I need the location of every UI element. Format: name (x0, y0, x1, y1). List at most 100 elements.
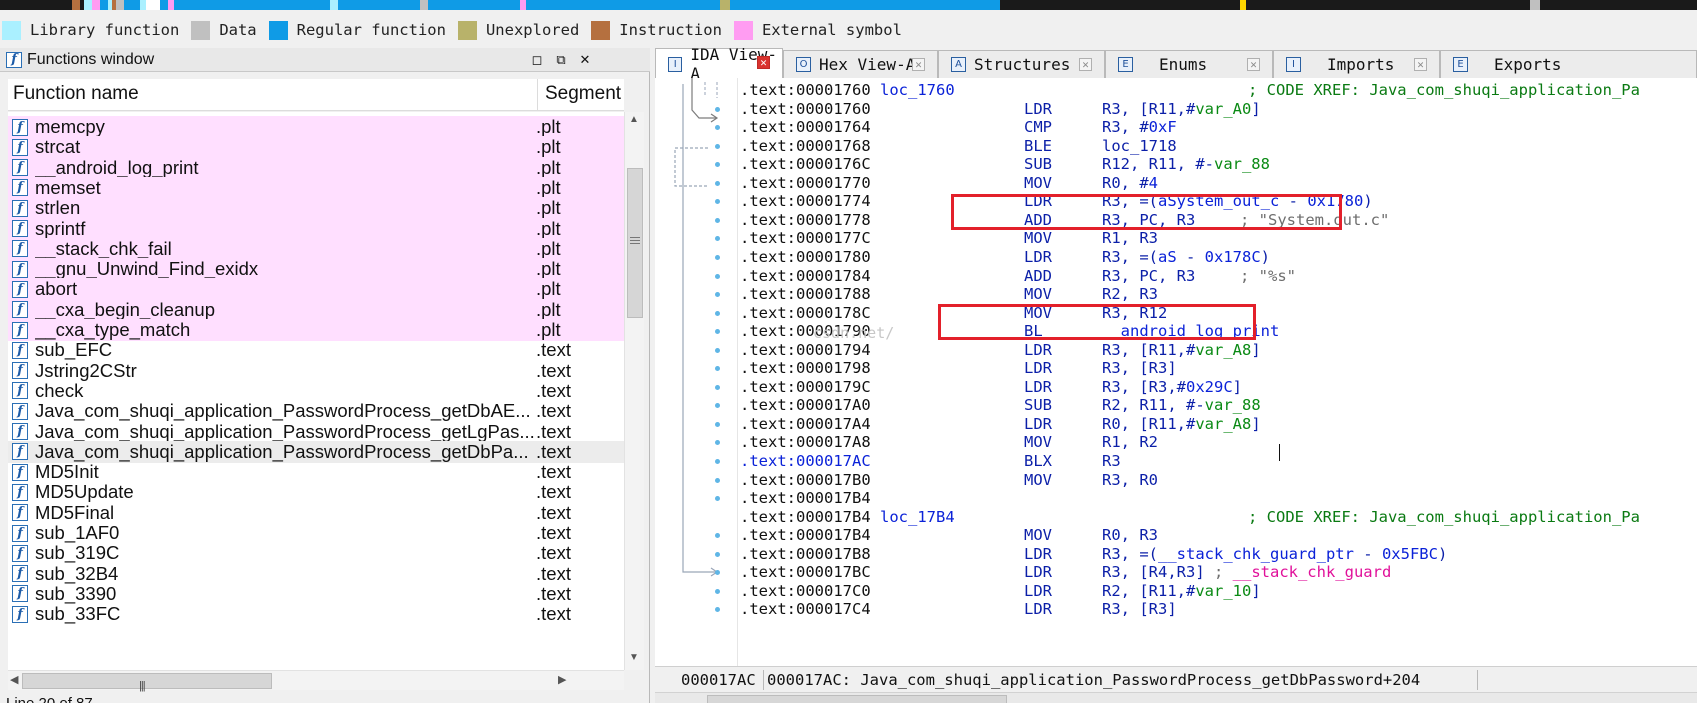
disassembly-line[interactable]: .text:000017B4 MOV R0, R3 (740, 526, 1158, 545)
disassembly-line[interactable]: .text:000017A8 MOV R1, R2 (740, 433, 1158, 452)
disassembly-line[interactable]: .text:000017AC BLX R3 (740, 452, 1121, 471)
column-header-segment[interactable]: Segment (545, 83, 621, 105)
instruction-operands[interactable]: R2, [R11,#var_10] (1102, 582, 1261, 600)
function-row[interactable]: f __gnu_Unwind_Find_exidx .plt (8, 258, 624, 281)
instruction-operands[interactable]: R3, R0 (1102, 471, 1158, 489)
column-header-function-name[interactable]: Function name (13, 83, 139, 105)
instruction-operands[interactable]: R1, R3 (1102, 229, 1158, 247)
float-button[interactable]: ⧉ (552, 51, 570, 69)
disassembly-scroll-thumb[interactable] (707, 695, 1007, 703)
horizontal-scroll-thumb[interactable]: ||| (22, 673, 272, 692)
disassembly-line[interactable]: .text:000017B8 LDR R3, =(__stack_chk_guard… (740, 545, 1447, 564)
disassembly-line[interactable]: .text:000017B4 loc_17B4 ; CODE XREF: Java… (740, 508, 1640, 527)
function-row[interactable]: f sub_319C .text (8, 542, 624, 564)
function-row[interactable]: f sub_1AF0 .text (8, 522, 624, 544)
function-row[interactable]: f check .text (8, 380, 624, 402)
function-row[interactable]: f __cxa_begin_cleanup .plt (8, 298, 624, 321)
instruction-operands[interactable]: R3, =(aS - 0x178C) (1102, 248, 1270, 266)
function-row[interactable]: f Java_com_shuqi_application_PasswordProc… (8, 440, 624, 463)
tab-close-icon[interactable]: ✕ (1247, 58, 1260, 71)
code-label[interactable]: loc_1760 (880, 81, 955, 99)
disassembly-line[interactable]: .text:00001784 ADD R3, PC, R3 ; "%s" (740, 267, 1296, 286)
function-row[interactable]: f MD5Update .text (8, 481, 624, 503)
close-button[interactable]: ✕ (576, 51, 594, 69)
function-row[interactable]: f strlen .plt (8, 197, 624, 220)
disassembly-line[interactable]: .text:0000179C LDR R3, [R3,#0x29C] (740, 378, 1242, 397)
disassembly-line[interactable]: .text:000017C0 LDR R2, [R11,#var_10] (740, 582, 1261, 601)
code-xref-comment[interactable]: ; CODE XREF: Java_com_shuqi_application_… (1248, 508, 1640, 526)
code-label[interactable]: loc_17B4 (880, 508, 955, 526)
column-divider[interactable] (537, 79, 538, 111)
instruction-operands[interactable]: R0, #4 (1102, 174, 1158, 192)
function-row[interactable]: f __stack_chk_fail .plt (8, 237, 624, 260)
disassembly-line[interactable]: .text:000017B0 MOV R3, R0 (740, 471, 1158, 490)
instruction-operands[interactable]: R0, [R11,#var_A8] (1102, 415, 1261, 433)
function-row[interactable]: f Jstring2CStr .text (8, 360, 624, 382)
instruction-operands[interactable]: R2, R11, #-var_88 (1102, 396, 1261, 414)
function-row[interactable]: f sub_32B4 .text (8, 563, 624, 585)
scroll-right-arrow-icon[interactable]: ▶ (558, 673, 566, 686)
disassembly-line[interactable]: .text:00001774 LDR R3, =(aSystem_out_c - 0… (740, 192, 1373, 211)
function-row[interactable]: f sub_3390 .text (8, 583, 624, 605)
functions-window-titlebar[interactable]: f Functions window ◻ ⧉ ✕ (0, 48, 650, 72)
scroll-left-arrow-icon[interactable]: ◀ (10, 673, 18, 686)
tab-close-icon[interactable]: ✕ (757, 56, 770, 69)
disassembly-view[interactable]: .text:00001760 loc_1760 ; CODE XREF: Java… (655, 78, 1697, 666)
instruction-operands[interactable]: R3, =(__stack_chk_guard_ptr - 0x5FBC) (1102, 545, 1447, 563)
function-row[interactable]: f abort .plt (8, 278, 624, 301)
disassembly-horizontal-scrollbar[interactable] (655, 692, 1697, 703)
disassembly-line[interactable]: .text:00001760 LDR R3, [R11,#var_A0] (740, 100, 1261, 119)
function-row[interactable]: f __android_log_print .plt (8, 156, 624, 179)
function-row[interactable]: f sub_EFC .text (8, 339, 624, 361)
tab-structures[interactable]: A Structures ✕ (938, 50, 1105, 78)
disassembly-line[interactable]: .text:00001778 ADD R3, PC, R3; "System.out… (740, 211, 1389, 230)
function-row[interactable]: f __cxa_type_match .plt (8, 319, 624, 341)
instruction-operands[interactable]: R12, R11, #-var_88 (1102, 155, 1270, 173)
disassembly-line[interactable]: .text:00001788 MOV R2, R3 (740, 285, 1158, 304)
disassembly-line[interactable]: .text:00001760 loc_1760 ; CODE XREF: Java… (740, 81, 1640, 100)
tab-ida-view-a[interactable]: I IDA View-A ✕ (655, 45, 783, 83)
instruction-operands[interactable]: R3, [R4,R3] ; __stack_chk_guard (1102, 563, 1391, 581)
disassembly-line[interactable]: .text:000017A4 LDR R0, [R11,#var_A8] (740, 415, 1261, 434)
tab-close-icon[interactable]: ✕ (1079, 58, 1092, 71)
disassembly-line[interactable]: .text:00001794 LDR R3, [R11,#var_A8] (740, 341, 1261, 360)
instruction-operands[interactable]: R3, [R11,#var_A0] (1102, 100, 1261, 118)
disassembly-line[interactable]: .text:000017BC LDR R3, [R4,R3] ; __stack_c… (740, 563, 1391, 582)
horizontal-scrollbar[interactable]: ◀ ||| ▶ (8, 670, 624, 692)
instruction-operands[interactable]: R3, [R3] (1102, 600, 1177, 618)
instruction-operands[interactable]: R3, [R11,#var_A8] (1102, 341, 1261, 359)
function-row[interactable]: f sprintf .plt (8, 217, 624, 240)
function-row[interactable]: f sub_33FC .text (8, 603, 624, 625)
instruction-operands[interactable]: R3, PC, R3 (1102, 267, 1195, 285)
tab-enums[interactable]: E Enums ✕ (1105, 50, 1273, 78)
disassembly-line[interactable]: .text:0000178C MOV R3, R12 (740, 304, 1167, 323)
disassembly-line[interactable]: .text:000017B4 (740, 489, 871, 508)
disassembly-line[interactable]: .text:000017A0 SUB R2, R11, #-var_88 (740, 396, 1261, 415)
instruction-operands[interactable]: R1, R2 (1102, 433, 1158, 451)
instruction-operands[interactable]: R3, #0xF (1102, 118, 1177, 136)
disassembly-line[interactable]: .text:000017C4 LDR R3, [R3] (740, 600, 1177, 619)
instruction-operands[interactable]: R3, [R3,#0x29C] (1102, 378, 1242, 396)
tab-exports[interactable]: E Exports (1440, 50, 1697, 78)
minimize-button[interactable]: ◻ (528, 51, 546, 69)
disassembly-line[interactable]: .text:00001764 CMP R3, #0xF (740, 118, 1177, 137)
instruction-operands[interactable]: R3 (1102, 452, 1121, 470)
vertical-scrollbar[interactable]: ▲ ▼ (624, 112, 644, 670)
navigation-band[interactable] (0, 0, 1697, 10)
scroll-up-arrow-icon[interactable]: ▲ (629, 114, 639, 125)
disassembly-line[interactable]: .text:00001798 LDR R3, [R3] (740, 359, 1177, 378)
code-listing[interactable]: .text:00001760 loc_1760 ; CODE XREF: Java… (737, 78, 1697, 666)
vertical-scroll-thumb[interactable] (627, 168, 643, 318)
function-row[interactable]: f Java_com_shuqi_application_PasswordProc… (8, 421, 624, 443)
disassembly-line[interactable]: .text:00001780 LDR R3, =(aS - 0x178C) (740, 248, 1270, 267)
tab-close-icon[interactable]: ✕ (912, 58, 925, 71)
function-row[interactable]: f Java_com_shuqi_application_PasswordProc… (8, 400, 624, 422)
function-row[interactable]: f MD5Final .text (8, 502, 624, 524)
tab-hex-view-a[interactable]: O Hex View-A ✕ (783, 50, 938, 78)
code-xref-comment[interactable]: ; CODE XREF: Java_com_shuqi_application_… (1248, 81, 1640, 99)
function-row[interactable]: f memset .plt (8, 176, 624, 199)
function-row[interactable]: f memcpy .plt (8, 116, 624, 138)
instruction-operands[interactable]: R0, R3 (1102, 526, 1158, 544)
scroll-down-arrow-icon[interactable]: ▼ (629, 652, 639, 663)
instruction-operands[interactable]: loc_1718 (1102, 137, 1177, 155)
